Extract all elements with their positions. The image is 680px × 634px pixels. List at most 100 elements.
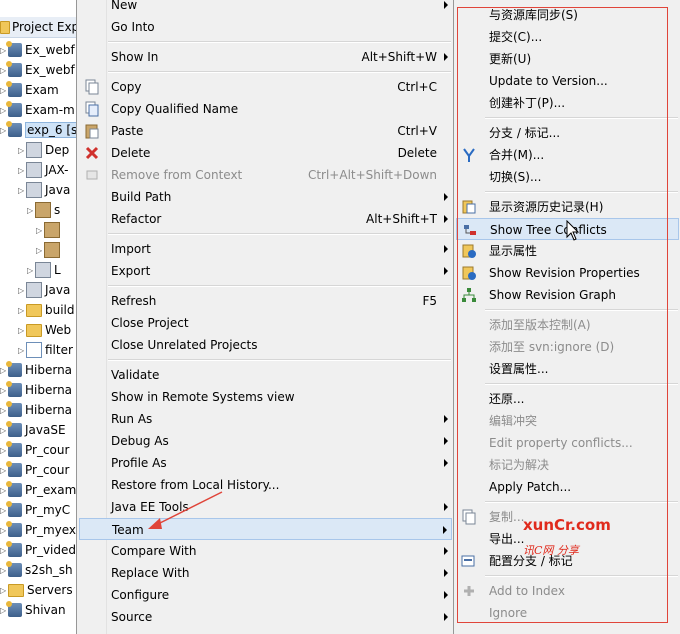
menu-item-configure[interactable]: Configure: [79, 584, 452, 606]
menu-item-source[interactable]: Source: [79, 606, 452, 628]
expand-toggle-icon[interactable]: ▷: [27, 201, 35, 221]
tree-item[interactable]: ▷ JAX-: [0, 160, 80, 180]
expand-toggle-icon[interactable]: ▷: [36, 221, 44, 241]
tree-item[interactable]: ▷: [0, 240, 80, 260]
menu-item-compare-with[interactable]: Compare With: [79, 540, 452, 562]
tree-item[interactable]: ▷ Exam-m: [0, 100, 80, 120]
menu-item-delete[interactable]: Delete Delete: [79, 142, 452, 164]
expand-toggle-icon[interactable]: ▷: [27, 261, 35, 281]
tree-item[interactable]: ▷ exp_6 [s: [0, 120, 80, 140]
menu-item-run-as[interactable]: Run As: [79, 408, 452, 430]
menu-item-m[interactable]: 合并(M)...: [456, 144, 679, 166]
expand-toggle-icon[interactable]: ▷: [18, 281, 26, 301]
tree-item[interactable]: ▷ Ex_webf: [0, 60, 80, 80]
menu-item-shortcut: Alt+Shift+W: [361, 50, 438, 64]
menu-item-restore-from-local-history[interactable]: Restore from Local History...: [79, 474, 452, 496]
menu-item-paste[interactable]: Paste Ctrl+V: [79, 120, 452, 142]
tree-item-label: JavaSE: [25, 423, 66, 437]
menu-item-refresh[interactable]: Refresh F5: [79, 290, 452, 312]
tree-item[interactable]: ▷ Exam: [0, 80, 80, 100]
tree-item[interactable]: ▷ Pr_exam: [0, 480, 80, 500]
tree-item-label: Hiberna: [25, 403, 73, 417]
tree-item[interactable]: ▷ Shivan: [0, 600, 80, 620]
menu-item-java-ee-tools[interactable]: Java EE Tools: [79, 496, 452, 518]
tree-item[interactable]: ▷ Dep: [0, 140, 80, 160]
project-icon: [6, 60, 22, 77]
watermark-url: xunCr.com: [523, 516, 611, 534]
menu-item-validate[interactable]: Validate: [79, 364, 452, 386]
tree-item[interactable]: ▷ Pr_myex: [0, 520, 80, 540]
tree-item[interactable]: ▷ Hiberna: [0, 400, 80, 420]
menu-item-h[interactable]: 显示资源历史记录(H): [456, 196, 679, 218]
expand-toggle-icon[interactable]: ▷: [18, 321, 26, 341]
expand-toggle-icon[interactable]: ▷: [18, 301, 26, 321]
menu-item-svn-ignore-d: 添加至 svn:ignore (D): [456, 336, 679, 358]
tree-item[interactable]: ▷ Servers: [0, 580, 80, 600]
expand-toggle-icon[interactable]: ▷: [18, 341, 26, 361]
menu-item-s[interactable]: 切换(S)...: [456, 166, 679, 188]
menu-item-item[interactable]: 分支 / 标记...: [456, 122, 679, 144]
tree-item[interactable]: ▷ Ex_webf: [0, 40, 80, 60]
project-icon: [6, 400, 22, 417]
menu-item-team[interactable]: Team: [79, 518, 452, 540]
menu-item-s[interactable]: 与资源库同步(S): [456, 4, 679, 26]
menu-item-debug-as[interactable]: Debug As: [79, 430, 452, 452]
menu-item-item[interactable]: 设置属性...: [456, 358, 679, 380]
tree-item[interactable]: ▷ Java: [0, 280, 80, 300]
menu-item-p[interactable]: 创建补丁(P)...: [456, 92, 679, 114]
folder-icon: [26, 324, 42, 337]
tree-item[interactable]: ▷ Web: [0, 320, 80, 340]
menu-item-label: Run As: [111, 412, 153, 426]
expand-toggle-icon[interactable]: ▷: [18, 181, 26, 201]
tree-item-label: Servers: [27, 583, 73, 597]
tree-item[interactable]: ▷ JavaSE: [0, 420, 80, 440]
tree-item[interactable]: ▷ Pr_cour: [0, 460, 80, 480]
expand-toggle-icon[interactable]: ▷: [18, 141, 26, 161]
menu-item-show-in-remote-systems-view[interactable]: Show in Remote Systems view: [79, 386, 452, 408]
menu-item-u[interactable]: 更新(U): [456, 48, 679, 70]
menu-item-refactor[interactable]: Refactor Alt+Shift+T: [79, 208, 452, 230]
tree-item[interactable]: ▷ Java: [0, 180, 80, 200]
menu-item-replace-with[interactable]: Replace With: [79, 562, 452, 584]
menu-item-show-revision-graph[interactable]: Show Revision Graph: [456, 284, 679, 306]
menu-item-label: Export: [111, 264, 151, 278]
tree-item[interactable]: ▷ Pr_cour: [0, 440, 80, 460]
menu-item-new[interactable]: New: [79, 0, 452, 16]
tree-item[interactable]: ▷ Hiberna: [0, 380, 80, 400]
menu-item-build-path[interactable]: Build Path: [79, 186, 452, 208]
tree-item[interactable]: ▷ L: [0, 260, 80, 280]
menu-item-close-unrelated-projects[interactable]: Close Unrelated Projects: [79, 334, 452, 356]
menu-item-copy-qualified-name[interactable]: Copy Qualified Name: [79, 98, 452, 120]
menu-item-c[interactable]: 提交(C)...: [456, 26, 679, 48]
project-icon: [6, 80, 22, 97]
tree-item[interactable]: ▷ Pr_vided: [0, 540, 80, 560]
menu-item-item[interactable]: 还原...: [456, 388, 679, 410]
menu-item-go-into[interactable]: Go Into: [79, 16, 452, 38]
menu-item-item[interactable]: 显示属性: [456, 240, 679, 262]
menu-item-item: 编辑冲突: [456, 410, 679, 432]
menu-item-update-to-version[interactable]: Update to Version...: [456, 70, 679, 92]
expand-toggle-icon[interactable]: ▷: [36, 241, 44, 261]
menu-item-close-project[interactable]: Close Project: [79, 312, 452, 334]
menu-item-profile-as[interactable]: Profile As: [79, 452, 452, 474]
menu-item-import[interactable]: Import: [79, 238, 452, 260]
menu-item-apply-patch[interactable]: Apply Patch...: [456, 476, 679, 498]
package-icon: [44, 221, 60, 238]
tree-item[interactable]: ▷ build: [0, 300, 80, 320]
menu-item-show-revision-properties[interactable]: Show Revision Properties: [456, 262, 679, 284]
expand-toggle-icon[interactable]: ▷: [18, 161, 26, 181]
menu-item-export[interactable]: Export: [79, 260, 452, 282]
copy-icon: [85, 79, 99, 95]
tree-item[interactable]: ▷ s: [0, 200, 80, 220]
expand-toggle-icon[interactable]: ▷: [0, 581, 8, 601]
tree-item[interactable]: ▷ Pr_myC: [0, 500, 80, 520]
tree-item[interactable]: ▷: [0, 220, 80, 240]
menu-item-copy[interactable]: Copy Ctrl+C: [79, 76, 452, 98]
tree-item[interactable]: ▷ s2sh_sh: [0, 560, 80, 580]
tree-item[interactable]: ▷ Hiberna: [0, 360, 80, 380]
menu-item-label: Copy Qualified Name: [111, 102, 239, 116]
menu-item-label: Build Path: [111, 190, 172, 204]
tree-item[interactable]: ▷ filter: [0, 340, 80, 360]
menu-item-show-in[interactable]: Show In Alt+Shift+W: [79, 46, 452, 68]
tree-item-label: Pr_cour: [25, 443, 70, 457]
